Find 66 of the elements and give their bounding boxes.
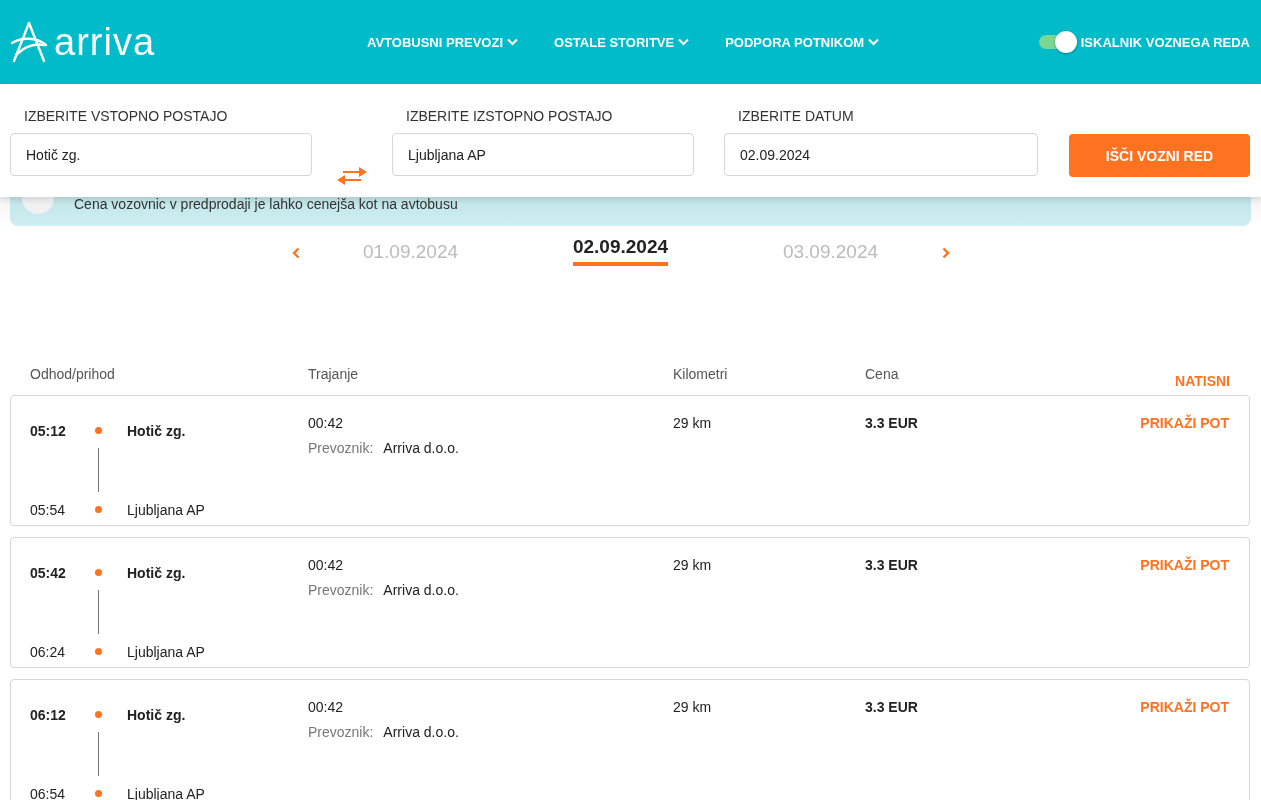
nav-menu-item[interactable]: OSTALE STORITVE xyxy=(554,34,690,50)
carrier-name: Arriva d.o.o. xyxy=(383,582,459,598)
departure-time: 05:42 xyxy=(30,564,66,581)
stop-dot xyxy=(95,790,102,797)
departure-time: 06:12 xyxy=(30,706,66,723)
stop-dot xyxy=(95,569,102,576)
arrival-time: 06:54 xyxy=(30,785,66,800)
banner-text: Cena vozovnic v predprodaji je lahko cenejša kot na avtobusu xyxy=(74,197,458,214)
search-button[interactable]: IŠČI VOZNI RED xyxy=(1069,134,1250,177)
price: 3.3 EUR xyxy=(865,557,918,573)
duration: 00:42 xyxy=(308,699,345,715)
logo-icon xyxy=(10,21,48,63)
date-tab[interactable]: 03.09.2024 xyxy=(725,236,936,267)
show-route-link[interactable]: PRIKAŽI POT xyxy=(1140,415,1229,431)
carrier-name: Arriva d.o.o. xyxy=(383,440,459,456)
date-tab[interactable]: 01.09.2024 xyxy=(305,236,516,267)
route-line xyxy=(98,448,99,492)
chevron-down-icon xyxy=(507,38,519,46)
input-field[interactable]: 02.09.2024 xyxy=(724,133,1038,176)
price: 3.3 EUR xyxy=(865,415,918,431)
column-header: Trajanje xyxy=(308,366,359,382)
departure-station: Hotič zg. xyxy=(127,422,186,439)
chevron-down-icon xyxy=(678,38,690,46)
chevron-right-icon[interactable] xyxy=(941,247,950,259)
departure-station: Hotič zg. xyxy=(127,706,186,723)
stop-dot xyxy=(95,648,102,655)
logo-text[interactable]: arriva xyxy=(54,23,156,61)
departure-time: 05:12 xyxy=(30,422,66,439)
arrival-time: 06:24 xyxy=(30,643,66,660)
column-header: Cena xyxy=(865,366,899,382)
stop-dot xyxy=(95,711,102,718)
distance: 29 km xyxy=(673,699,712,715)
stop-dot xyxy=(95,427,102,434)
column-header: Kilometri xyxy=(673,366,728,382)
field-label: IZBERITE DATUM xyxy=(737,108,855,124)
route-line xyxy=(98,590,99,634)
arrival-station: Ljubljana AP xyxy=(127,643,205,660)
duration: 00:42 xyxy=(308,557,345,573)
field-label: IZBERITE IZSTOPNO POSTAJO xyxy=(405,108,614,124)
carrier-label: Prevoznik: xyxy=(308,440,374,456)
arrival-station: Ljubljana AP xyxy=(127,501,205,518)
toggle-label: ISKALNIK VOZNEGA REDA xyxy=(1080,34,1250,50)
distance: 29 km xyxy=(673,415,712,431)
show-route-link[interactable]: PRIKAŽI POT xyxy=(1140,557,1229,573)
date-tab[interactable]: 02.09.2024 xyxy=(515,236,726,266)
route-line xyxy=(98,732,99,776)
carrier-name: Arriva d.o.o. xyxy=(383,724,459,740)
carrier-label: Prevoznik: xyxy=(308,724,374,740)
carrier-label: Prevoznik: xyxy=(308,582,374,598)
input-field[interactable]: Ljubljana AP xyxy=(392,133,694,176)
departure-station: Hotič zg. xyxy=(127,564,186,581)
arrival-time: 05:54 xyxy=(30,501,66,518)
swap-arrows-icon[interactable] xyxy=(337,167,367,185)
stop-dot xyxy=(95,506,102,513)
nav-menu-item[interactable]: PODPORA POTNIKOM xyxy=(725,34,880,50)
field-label: IZBERITE VSTOPNO POSTAJO xyxy=(23,108,229,124)
print-link[interactable]: NATISNI xyxy=(1175,366,1230,395)
price: 3.3 EUR xyxy=(865,699,918,715)
nav-menu-item[interactable]: AVTOBUSNI PREVOZI xyxy=(367,34,519,50)
chevron-down-icon xyxy=(868,38,880,46)
column-header: Odhod/prihod xyxy=(30,366,115,382)
distance: 29 km xyxy=(673,557,712,573)
show-route-link[interactable]: PRIKAŽI POT xyxy=(1140,699,1229,715)
duration: 00:42 xyxy=(308,415,345,431)
input-field[interactable]: Hotič zg. xyxy=(10,133,312,176)
chevron-left-icon[interactable] xyxy=(291,247,300,259)
